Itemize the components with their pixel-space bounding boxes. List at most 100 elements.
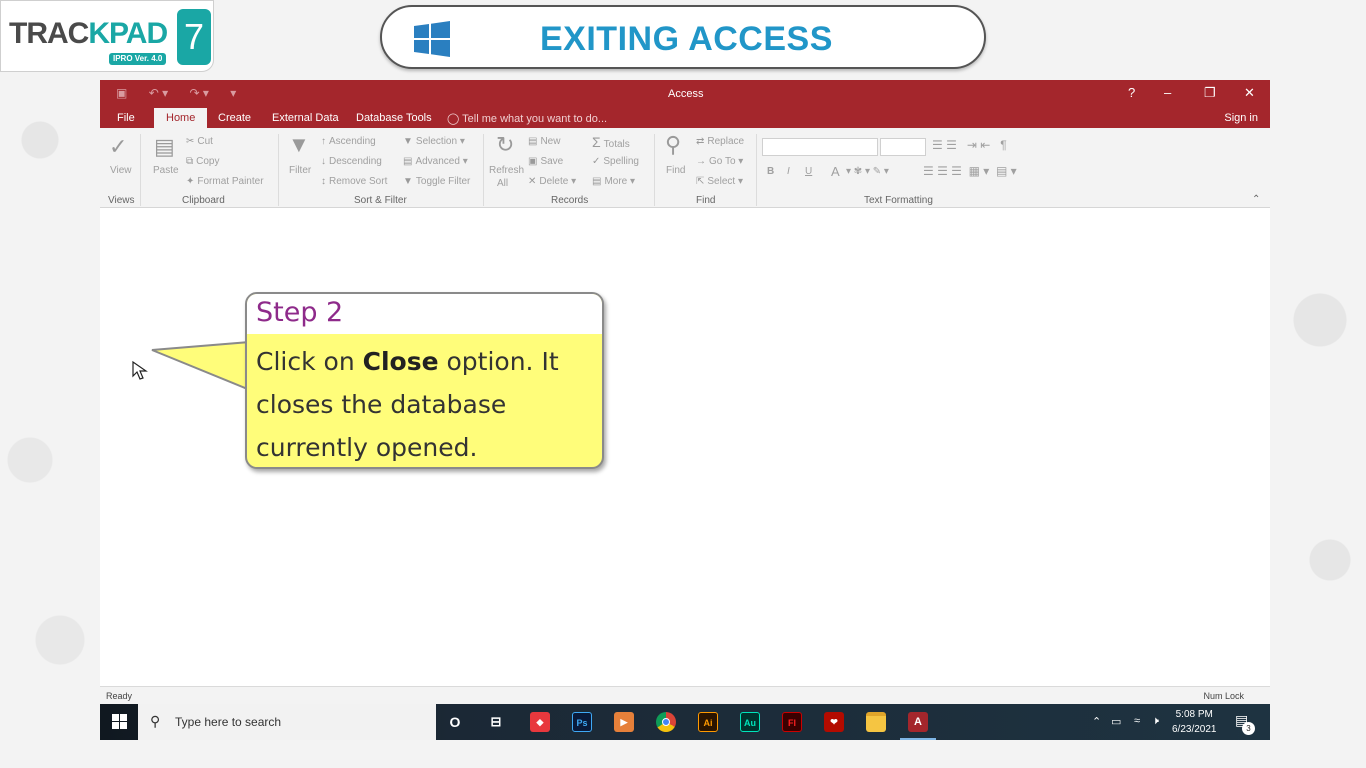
group-clipboard-label: Clipboard bbox=[182, 195, 225, 206]
file-explorer-icon[interactable] bbox=[866, 712, 886, 732]
sort-ascending-icon: ↑ bbox=[321, 136, 326, 147]
cortana-icon[interactable]: O bbox=[445, 712, 465, 732]
lightbulb-icon: ◯ bbox=[447, 113, 460, 125]
save-record-button[interactable]: ▣ Save bbox=[528, 156, 563, 167]
tab-home[interactable]: Home bbox=[154, 108, 208, 128]
flash-icon[interactable]: Fl bbox=[782, 712, 802, 732]
taskbar: ⚲ Type here to search O ⊟ ◆ Ps ▶ Ai Au F… bbox=[100, 704, 1270, 740]
select-button[interactable]: ⇱ Select ▾ bbox=[696, 176, 743, 187]
scissors-icon: ✂ bbox=[186, 136, 195, 147]
taskbar-clock[interactable]: 5:08 PM 6/23/2021 bbox=[1172, 707, 1217, 737]
tab-database-tools[interactable]: Database Tools bbox=[356, 112, 432, 124]
photoshop-icon[interactable]: Ps bbox=[572, 712, 592, 732]
save-icon[interactable]: ▣ bbox=[116, 86, 127, 100]
separator bbox=[278, 134, 279, 206]
customize-qat-icon[interactable]: ▾ bbox=[230, 86, 236, 100]
access-icon[interactable]: A bbox=[908, 712, 928, 732]
taskbar-search-box[interactable]: ⚲ Type here to search bbox=[138, 704, 436, 740]
tab-external-data[interactable]: External Data bbox=[272, 112, 339, 124]
remove-sort-icon: ↕ bbox=[321, 176, 326, 187]
notification-count-badge: 3 bbox=[1242, 722, 1255, 735]
view-icon: ✓ bbox=[109, 134, 128, 159]
sign-in-link[interactable]: Sign in bbox=[1224, 112, 1258, 124]
paste-button[interactable]: Paste bbox=[153, 165, 179, 176]
find-button[interactable]: Find bbox=[666, 165, 685, 176]
tell-me-search[interactable]: ◯ Tell me what you want to do... bbox=[447, 112, 607, 125]
alignment-buttons[interactable]: ☰ ☰ ☰ ▦ ▾ ▤ ▾ bbox=[923, 164, 1017, 178]
separator bbox=[654, 134, 655, 206]
more-button[interactable]: ▤ More ▾ bbox=[592, 176, 635, 187]
font-color-button[interactable]: A bbox=[831, 164, 840, 179]
totals-button[interactable]: Σ Totals bbox=[592, 134, 630, 150]
anydesk-icon[interactable]: ◆ bbox=[530, 712, 550, 732]
volume-icon[interactable]: 🕨 bbox=[1152, 715, 1159, 728]
search-icon: ⚲ bbox=[150, 713, 161, 729]
callout-body: Click on Close option. It closes the dat… bbox=[256, 347, 559, 462]
replace-button[interactable]: ⇄ Replace bbox=[696, 136, 744, 147]
illustrator-icon[interactable]: Ai bbox=[698, 712, 718, 732]
close-window-button[interactable]: ✕ bbox=[1244, 85, 1255, 101]
sigma-icon: Σ bbox=[592, 134, 601, 150]
wifi-icon[interactable]: ≈ bbox=[1134, 715, 1140, 727]
new-record-button[interactable]: ▤ New bbox=[528, 136, 560, 147]
arrow-right-icon: → bbox=[696, 156, 706, 167]
font-name-combo[interactable] bbox=[762, 138, 878, 156]
remove-sort-button[interactable]: ↕ Remove Sort bbox=[321, 176, 387, 187]
ribbon: ✓ View Views ▤ Paste ✂ Cut ⧉ Copy ✦ Format … bbox=[100, 128, 1270, 208]
view-button[interactable]: View bbox=[110, 165, 132, 176]
more-icon: ▤ bbox=[592, 176, 602, 187]
filter-button[interactable]: Filter bbox=[289, 165, 311, 176]
media-player-icon[interactable]: ▶ bbox=[614, 712, 634, 732]
copy-icon: ⧉ bbox=[186, 156, 194, 167]
callout-heading: Step 2 bbox=[247, 294, 602, 334]
delete-record-button[interactable]: ✕ Delete ▾ bbox=[528, 176, 576, 187]
collapse-ribbon-icon[interactable]: ⌃ bbox=[1252, 194, 1260, 205]
minimize-button[interactable]: – bbox=[1164, 85, 1171, 100]
restore-button[interactable]: ❐ bbox=[1204, 85, 1216, 101]
group-find-label: Find bbox=[696, 195, 716, 206]
tab-create[interactable]: Create bbox=[218, 112, 251, 124]
descending-button[interactable]: ↓ Descending bbox=[321, 156, 382, 167]
copy-button[interactable]: ⧉ Copy bbox=[186, 156, 220, 167]
filter-icon: ▼ bbox=[288, 132, 310, 157]
spelling-button[interactable]: ✓ Spelling bbox=[592, 156, 639, 167]
selection-button[interactable]: ▼ Selection ▾ bbox=[403, 136, 465, 147]
format-painter-button[interactable]: ✦ Format Painter bbox=[186, 176, 264, 187]
tab-file[interactable]: File bbox=[117, 112, 135, 124]
start-windows-icon[interactable] bbox=[112, 714, 127, 729]
delete-icon: ✕ bbox=[528, 176, 537, 187]
tray-overflow-icon[interactable]: ⌃ bbox=[1092, 715, 1101, 728]
ascending-button[interactable]: ↑ Ascending bbox=[321, 136, 376, 147]
help-button[interactable]: ? bbox=[1128, 85, 1135, 100]
battery-icon[interactable]: ▭ bbox=[1111, 715, 1121, 728]
paste-icon: ▤ bbox=[154, 134, 175, 159]
highlight-buttons[interactable]: ▾ ✾ ▾ ✎ ▾ bbox=[846, 166, 889, 177]
goto-button[interactable]: → Go To ▾ bbox=[696, 156, 743, 167]
redo-icon[interactable]: ↷ ▾ bbox=[189, 86, 208, 100]
cut-button[interactable]: ✂ Cut bbox=[186, 136, 213, 147]
search-placeholder: Type here to search bbox=[175, 715, 282, 729]
chrome-icon[interactable] bbox=[656, 712, 676, 732]
bold-button[interactable]: B bbox=[767, 166, 774, 177]
refresh-all-button[interactable]: Refresh bbox=[489, 165, 524, 176]
font-size-combo[interactable] bbox=[880, 138, 926, 156]
separator bbox=[140, 134, 141, 206]
clock-time: 5:08 PM bbox=[1175, 709, 1213, 720]
list-buttons[interactable]: ☰ ☰ ⇥ ⇤ ¶ bbox=[932, 138, 1007, 152]
logo-version: IPRO Ver. 4.0 bbox=[109, 53, 167, 65]
underline-button[interactable]: U bbox=[805, 166, 812, 177]
group-records-label: Records bbox=[551, 195, 589, 206]
advanced-button[interactable]: ▤ Advanced ▾ bbox=[403, 156, 468, 167]
status-num-lock: Num Lock bbox=[1203, 691, 1244, 701]
window-title: Access bbox=[668, 88, 704, 100]
toggle-filter-button[interactable]: ▼ Toggle Filter bbox=[403, 176, 470, 187]
refresh-all-label: All bbox=[497, 178, 509, 189]
task-view-icon[interactable]: ⊟ bbox=[486, 712, 506, 732]
step-callout: Step 2 Click on Close option. It closes … bbox=[245, 292, 604, 469]
acrobat-icon[interactable]: ❤ bbox=[824, 712, 844, 732]
audition-icon[interactable]: Au bbox=[740, 712, 760, 732]
undo-icon[interactable]: ↶ ▾ bbox=[149, 86, 168, 100]
mouse-cursor-icon bbox=[132, 360, 148, 380]
italic-button[interactable]: I bbox=[787, 166, 790, 177]
callout-bold-text: Close bbox=[362, 347, 439, 376]
